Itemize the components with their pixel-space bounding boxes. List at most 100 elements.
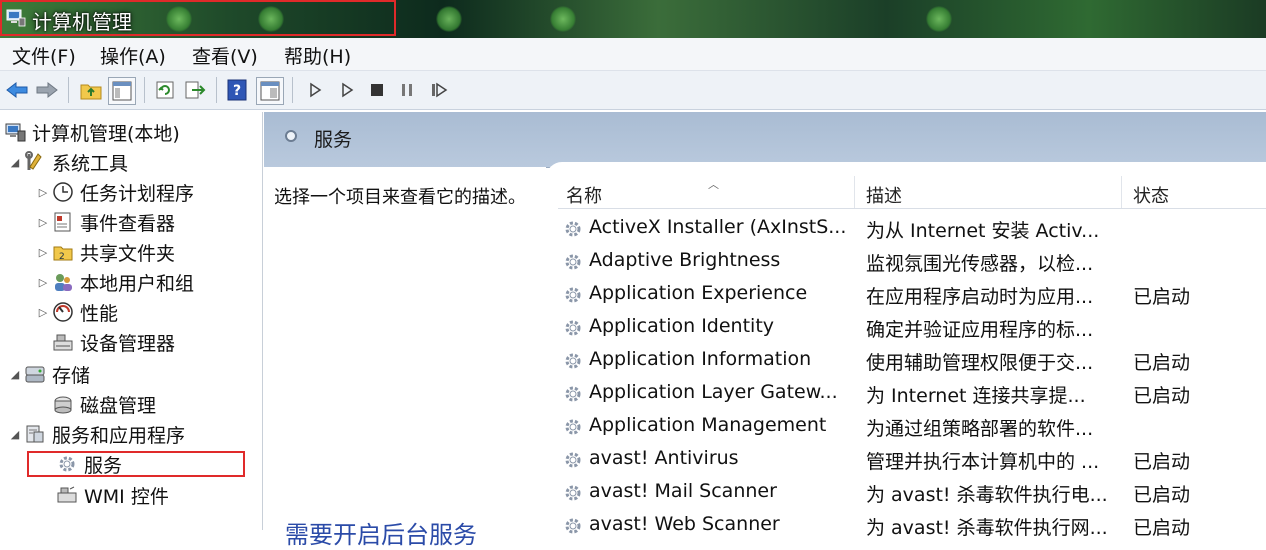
menu-file[interactable]: 文件(F) xyxy=(12,42,76,69)
collapse-arrow-icon[interactable]: ◢ xyxy=(6,156,24,169)
tree-item-disk-management[interactable]: 磁盘管理 xyxy=(52,390,156,418)
title-highlight-box xyxy=(0,0,396,36)
expand-arrow-icon[interactable]: ▷ xyxy=(34,186,52,199)
expand-arrow-icon[interactable]: ▷ xyxy=(34,216,52,229)
users-icon xyxy=(52,271,74,293)
table-row[interactable]: avast! Antivirus 管理并执行本计算机中的 ... 已启动 xyxy=(558,443,1266,476)
service-gear-icon xyxy=(562,218,584,240)
service-status: 已启动 xyxy=(1133,484,1191,506)
description-hint: 选择一个项目来查看它的描述。 xyxy=(274,187,526,208)
collapse-arrow-icon[interactable]: ◢ xyxy=(6,428,24,441)
tree-item-device-manager[interactable]: 设备管理器 xyxy=(52,328,175,356)
service-description: 为 avast! 杀毒软件执行电... xyxy=(866,484,1108,506)
tree-label: 设备管理器 xyxy=(80,332,176,355)
menu-view[interactable]: 查看(V) xyxy=(192,42,258,69)
table-row[interactable]: Application Information 使用辅助管理权限便于交... 已启动 xyxy=(558,344,1266,377)
service-name: avast! Mail Scanner xyxy=(589,480,777,502)
tree-item-shared-folders[interactable]: ▷ 2 共享文件夹 xyxy=(34,238,175,266)
shared-folder-icon: 2 xyxy=(52,241,74,263)
column-status[interactable]: 状态 xyxy=(1133,182,1169,208)
service-name: Application Experience xyxy=(589,282,808,304)
service-gear-icon xyxy=(562,515,584,537)
service-status: 已启动 xyxy=(1133,286,1191,308)
service-name: Application Identity xyxy=(589,315,775,337)
service-status: 已启动 xyxy=(1133,385,1191,407)
table-row[interactable]: Adaptive Brightness 监视氛围光传感器，以检... xyxy=(558,245,1266,278)
table-row[interactable]: avast! Web Scanner 为 avast! 杀毒软件执行网... 已启动 xyxy=(558,509,1266,542)
services-apps-icon xyxy=(24,423,46,445)
tree-label: 本地用户和组 xyxy=(80,272,195,295)
tree-label: 系统工具 xyxy=(52,152,129,175)
service-gear-icon xyxy=(562,350,584,372)
computer-management-icon xyxy=(4,121,26,143)
service-description: 使用辅助管理权限便于交... xyxy=(866,352,1094,374)
table-row[interactable]: Application Layer Gatew... 为 Internet 连接共… xyxy=(558,377,1266,410)
service-gear-icon xyxy=(562,416,584,438)
service-description: 在应用程序启动时为应用... xyxy=(866,286,1094,308)
table-row[interactable]: avast! Mail Scanner 为 avast! 杀毒软件执行电... 已启… xyxy=(558,476,1266,509)
service-name: ActiveX Installer (AxInstS... xyxy=(589,216,847,238)
table-row[interactable]: Application Experience 在应用程序启动时为应用... 已启动 xyxy=(558,278,1266,311)
menu-help[interactable]: 帮助(H) xyxy=(284,42,351,69)
tree-item-event-viewer[interactable]: ▷ 事件查看器 xyxy=(34,208,175,236)
tree-label: 磁盘管理 xyxy=(80,394,157,417)
menu-bar: 文件(F) 操作(A) 查看(V) 帮助(H) xyxy=(0,38,1266,71)
collapse-arrow-icon[interactable]: ◢ xyxy=(6,368,24,381)
expand-arrow-icon[interactable]: ▷ xyxy=(34,306,52,319)
play-icon[interactable] xyxy=(302,77,328,103)
tree-item-performance[interactable]: ▷ 性能 xyxy=(34,298,118,326)
service-gear-icon xyxy=(562,251,584,273)
expand-arrow-icon[interactable]: ▷ xyxy=(34,276,52,289)
help-icon[interactable]: ? xyxy=(224,77,250,103)
services-highlight-box xyxy=(27,451,245,477)
panel-header: 服务 xyxy=(264,112,1266,168)
play-alt-icon[interactable] xyxy=(334,77,360,103)
svg-text:2: 2 xyxy=(59,252,65,262)
tree-label: 服务和应用程序 xyxy=(52,424,186,447)
restart-icon[interactable] xyxy=(426,77,452,103)
service-status: 已启动 xyxy=(1133,352,1191,374)
pause-icon[interactable] xyxy=(394,77,420,103)
tree-item-services-apps[interactable]: ◢ 服务和应用程序 xyxy=(6,420,185,448)
tree-label: 存储 xyxy=(52,364,91,387)
properties-icon[interactable] xyxy=(256,77,284,105)
menu-action[interactable]: 操作(A) xyxy=(100,42,166,69)
services-list: ︿ 名称 描述 状态 ActiveX Installer (AxInstS...… xyxy=(546,162,1266,539)
performance-icon xyxy=(52,301,74,323)
show-hide-tree-icon[interactable] xyxy=(108,77,136,105)
tree-item-storage[interactable]: ◢ 存储 xyxy=(6,360,90,388)
service-gear-icon xyxy=(562,449,584,471)
forward-icon[interactable] xyxy=(34,77,60,103)
up-folder-icon[interactable] xyxy=(78,77,104,103)
wmi-control-icon xyxy=(56,484,78,506)
service-name: Adaptive Brightness xyxy=(589,249,781,271)
tools-icon xyxy=(24,151,46,173)
refresh-icon[interactable] xyxy=(152,77,178,103)
tree-item-system-tools[interactable]: ◢ 系统工具 xyxy=(6,148,128,176)
service-name: Application Management xyxy=(589,414,827,436)
table-row[interactable]: Application Management 为通过组策略部署的软件... xyxy=(558,410,1266,443)
tree-item-task-scheduler[interactable]: ▷ 任务计划程序 xyxy=(34,178,194,206)
expand-arrow-icon[interactable]: ▷ xyxy=(34,246,52,259)
tree-item-root[interactable]: 计算机管理(本地) xyxy=(4,118,180,146)
service-description: 监视氛围光传感器，以检... xyxy=(866,253,1094,275)
stop-icon[interactable] xyxy=(364,77,390,103)
tree-item-local-users[interactable]: ▷ 本地用户和组 xyxy=(34,268,194,296)
clock-icon xyxy=(52,181,74,203)
storage-icon xyxy=(24,363,46,385)
back-icon[interactable] xyxy=(4,77,30,103)
column-description[interactable]: 描述 xyxy=(866,182,902,208)
tree-label: 共享文件夹 xyxy=(80,242,176,265)
export-icon[interactable] xyxy=(182,77,208,103)
table-row[interactable]: Application Identity 确定并验证应用程序的标... xyxy=(558,311,1266,344)
service-description: 为通过组策略部署的软件... xyxy=(866,418,1094,440)
tree-label: 任务计划程序 xyxy=(80,182,195,205)
service-description: 为 Internet 连接共享提... xyxy=(866,385,1086,407)
sort-ascending-icon: ︿ xyxy=(708,178,719,191)
table-row[interactable]: ActiveX Installer (AxInstS... 为从 Internet… xyxy=(558,212,1266,245)
device-manager-icon xyxy=(52,331,74,353)
service-description: 为从 Internet 安装 Activ... xyxy=(866,220,1100,242)
tree-item-wmi[interactable]: WMI 控件 xyxy=(56,481,169,509)
tree-label: WMI 控件 xyxy=(84,485,169,508)
column-name[interactable]: 名称 xyxy=(566,182,602,208)
